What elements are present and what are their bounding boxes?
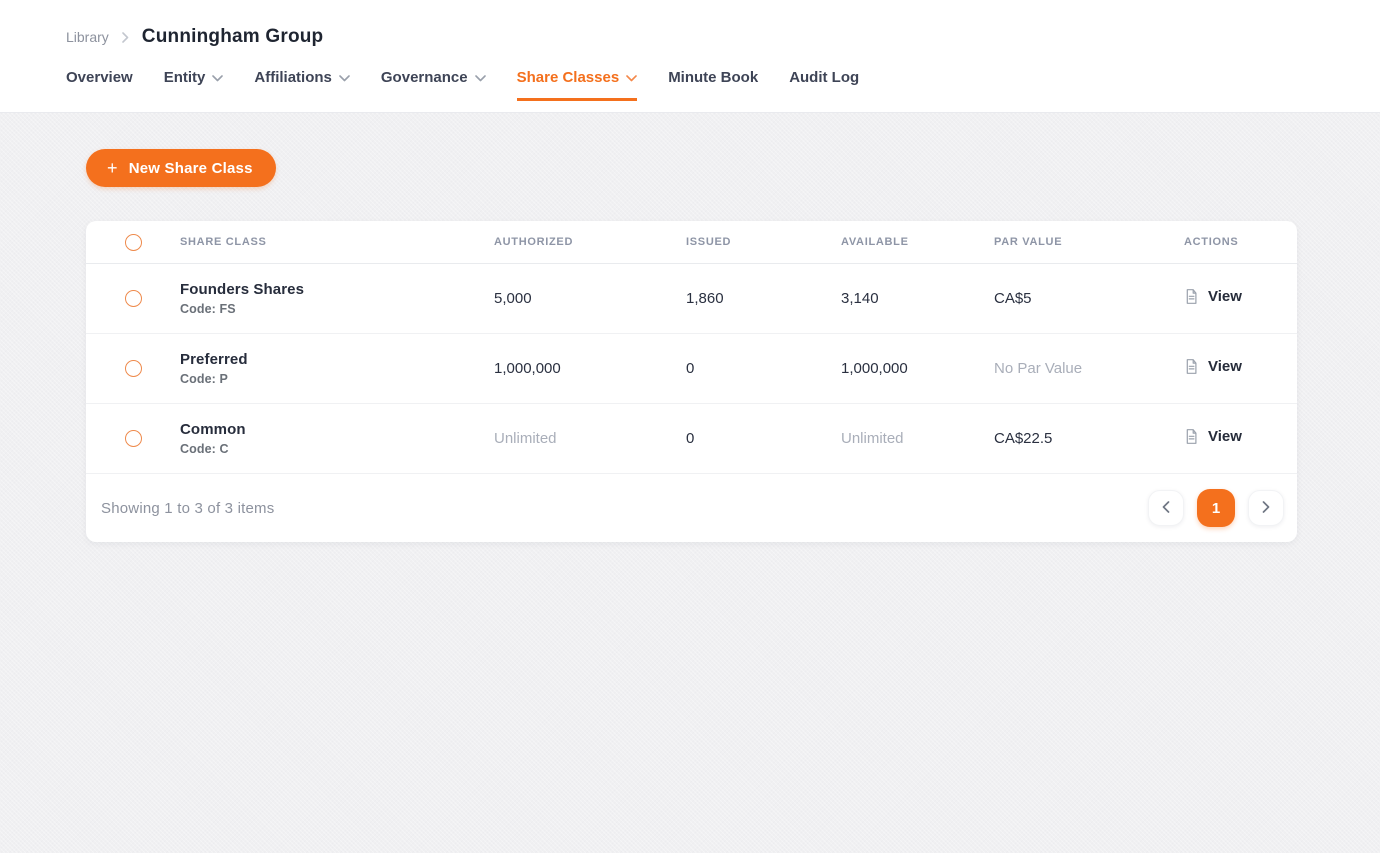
tab-label: Overview bbox=[66, 69, 133, 86]
par-value: CA$22.5 bbox=[994, 430, 1184, 447]
document-icon bbox=[1184, 428, 1199, 445]
issued-value: 1,860 bbox=[686, 290, 841, 307]
breadcrumb: Library Cunningham Group bbox=[66, 26, 1380, 48]
tab-share-classes[interactable]: Share Classes bbox=[517, 69, 638, 101]
par-value: No Par Value bbox=[994, 360, 1184, 377]
tab-label: Entity bbox=[164, 69, 206, 86]
chevron-right-icon bbox=[1262, 501, 1270, 516]
share-class-cell: Founders Shares Code: FS bbox=[180, 281, 494, 316]
share-classes-card: SHARE CLASSAUTHORIZEDISSUEDAVAILABLEPAR … bbox=[86, 221, 1297, 542]
document-icon bbox=[1184, 358, 1199, 375]
content: + New Share Class SHARE CLASSAUTHORIZEDI… bbox=[0, 113, 1380, 542]
page-title: Cunningham Group bbox=[142, 26, 324, 48]
new-share-class-label: New Share Class bbox=[129, 160, 253, 177]
share-class-code: Code: P bbox=[180, 372, 494, 386]
row-select-cell bbox=[86, 430, 180, 447]
share-class-cell: Preferred Code: P bbox=[180, 351, 494, 386]
share-class-code: Code: FS bbox=[180, 302, 494, 316]
tab-governance[interactable]: Governance bbox=[381, 69, 486, 101]
select-all-radio[interactable] bbox=[125, 234, 142, 251]
share-class-cell: Common Code: C bbox=[180, 421, 494, 456]
column-header: ISSUED bbox=[686, 236, 841, 248]
tab-label: Audit Log bbox=[789, 69, 859, 86]
page-header: Library Cunningham Group Overview Entity… bbox=[0, 0, 1380, 113]
issued-value: 0 bbox=[686, 360, 841, 377]
table-header-row: SHARE CLASSAUTHORIZEDISSUEDAVAILABLEPAR … bbox=[86, 221, 1297, 264]
column-header: PAR VALUE bbox=[994, 236, 1184, 248]
available-value: 3,140 bbox=[841, 290, 994, 307]
plus-icon: + bbox=[107, 159, 118, 177]
row-select-radio[interactable] bbox=[125, 360, 142, 377]
actions-cell: View bbox=[1184, 288, 1297, 310]
next-page-button[interactable] bbox=[1248, 490, 1284, 526]
row-select-radio[interactable] bbox=[125, 290, 142, 307]
column-header: ACTIONS bbox=[1184, 236, 1297, 248]
row-select-cell bbox=[86, 360, 180, 377]
authorized-value: Unlimited bbox=[494, 430, 686, 447]
authorized-value: 5,000 bbox=[494, 290, 686, 307]
column-header: SHARE CLASS bbox=[180, 236, 494, 248]
prev-page-button[interactable] bbox=[1148, 490, 1184, 526]
share-class-code: Code: C bbox=[180, 442, 494, 456]
chevron-right-icon bbox=[122, 32, 129, 43]
table-body: Founders Shares Code: FS 5,000 1,860 3,1… bbox=[86, 264, 1297, 474]
share-class-name: Preferred bbox=[180, 351, 494, 368]
items-summary: Showing 1 to 3 of 3 items bbox=[101, 500, 274, 517]
view-link[interactable]: View bbox=[1184, 358, 1242, 375]
view-label: View bbox=[1208, 288, 1242, 305]
table-row: Preferred Code: P 1,000,000 0 1,000,000 … bbox=[86, 334, 1297, 404]
tab-bar: Overview Entity Affiliations Governance … bbox=[66, 69, 1380, 101]
authorized-value: 1,000,000 bbox=[494, 360, 686, 377]
table-row: Common Code: C Unlimited 0 Unlimited CA$… bbox=[86, 404, 1297, 474]
breadcrumb-library-link[interactable]: Library bbox=[66, 29, 109, 45]
actions-cell: View bbox=[1184, 358, 1297, 380]
column-header: AUTHORIZED bbox=[494, 236, 686, 248]
row-select-radio[interactable] bbox=[125, 430, 142, 447]
available-value: Unlimited bbox=[841, 430, 994, 447]
new-share-class-button[interactable]: + New Share Class bbox=[86, 149, 276, 187]
tab-minute-book[interactable]: Minute Book bbox=[668, 69, 758, 101]
document-icon bbox=[1184, 288, 1199, 305]
issued-value: 0 bbox=[686, 430, 841, 447]
actions-cell: View bbox=[1184, 428, 1297, 450]
select-all-cell bbox=[86, 234, 180, 251]
chevron-left-icon bbox=[1162, 501, 1170, 516]
view-label: View bbox=[1208, 358, 1242, 375]
tab-affiliations[interactable]: Affiliations bbox=[254, 69, 350, 101]
chevron-down-icon bbox=[212, 75, 223, 82]
tab-label: Governance bbox=[381, 69, 468, 86]
table-footer: Showing 1 to 3 of 3 items 1 bbox=[86, 474, 1297, 542]
tab-label: Affiliations bbox=[254, 69, 332, 86]
tab-label: Minute Book bbox=[668, 69, 758, 86]
page-1-button[interactable]: 1 bbox=[1197, 489, 1235, 527]
view-label: View bbox=[1208, 428, 1242, 445]
column-header: AVAILABLE bbox=[841, 236, 994, 248]
table-row: Founders Shares Code: FS 5,000 1,860 3,1… bbox=[86, 264, 1297, 334]
tab-overview[interactable]: Overview bbox=[66, 69, 133, 101]
row-select-cell bbox=[86, 290, 180, 307]
available-value: 1,000,000 bbox=[841, 360, 994, 377]
pagination: 1 bbox=[1148, 489, 1284, 527]
par-value: CA$5 bbox=[994, 290, 1184, 307]
app: Library Cunningham Group Overview Entity… bbox=[0, 0, 1380, 542]
share-class-name: Common bbox=[180, 421, 494, 438]
chevron-down-icon bbox=[475, 75, 486, 82]
share-class-name: Founders Shares bbox=[180, 281, 494, 298]
tab-audit-log[interactable]: Audit Log bbox=[789, 69, 859, 101]
chevron-down-icon bbox=[626, 75, 637, 82]
tab-entity[interactable]: Entity bbox=[164, 69, 224, 101]
view-link[interactable]: View bbox=[1184, 288, 1242, 305]
view-link[interactable]: View bbox=[1184, 428, 1242, 445]
chevron-down-icon bbox=[339, 75, 350, 82]
tab-label: Share Classes bbox=[517, 69, 620, 86]
